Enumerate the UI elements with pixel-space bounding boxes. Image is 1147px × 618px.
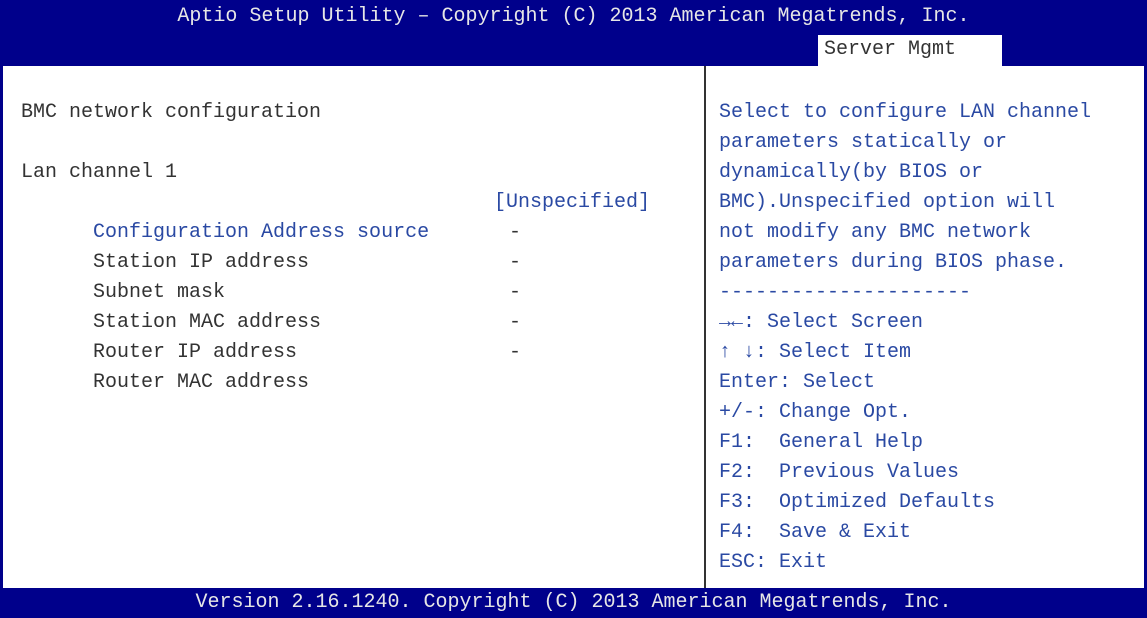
item-value: -	[509, 221, 522, 244]
title-text: Aptio Setup Utility – Copyright (C) 2013…	[177, 5, 970, 28]
left-border	[0, 66, 3, 588]
key-hint-select-screen: →←: Select Screen	[719, 311, 924, 334]
key-hint-esc: ESC: Exit	[719, 551, 828, 574]
item-label: Router MAC address	[93, 371, 310, 394]
help-description-line: parameters during BIOS phase.	[719, 251, 1068, 274]
menu-item-router-ip: Router IP address -	[21, 308, 521, 364]
help-description-line: parameters statically or	[719, 131, 1008, 154]
panel-divider	[704, 66, 706, 588]
tab-server-mgmt[interactable]: Server Mgmt	[818, 35, 1002, 66]
menu-item-station-mac: Station MAC address -	[21, 278, 521, 334]
item-value[interactable]: [Unspecified]	[494, 188, 650, 218]
title-bar: Aptio Setup Utility – Copyright (C) 2013…	[0, 0, 1147, 35]
menu-item-station-ip: Station IP address -	[21, 218, 521, 274]
help-description-line: BMC).Unspecified option will	[719, 191, 1056, 214]
help-description-line: Select to configure LAN channel	[719, 101, 1092, 124]
main-panel: BMC network configuration Lan channel 1 …	[0, 66, 1147, 588]
key-hint-change-opt: +/-: Change Opt.	[719, 401, 912, 424]
key-hint-select-item: ↑ ↓: Select Item	[719, 341, 912, 364]
bios-screen: Aptio Setup Utility – Copyright (C) 2013…	[0, 0, 1147, 618]
item-value: -	[509, 281, 522, 304]
section-title: BMC network configuration	[21, 101, 322, 124]
help-description-line: dynamically(by BIOS or	[719, 161, 984, 184]
key-hint-f4: F4: Save & Exit	[719, 521, 912, 544]
help-separator: ---------------------	[719, 281, 972, 304]
key-hint-f3: F3: Optimized Defaults	[719, 491, 996, 514]
group-label: Lan channel 1	[21, 161, 178, 184]
item-value: -	[509, 251, 522, 274]
key-hint-f1: F1: General Help	[719, 431, 924, 454]
item-value: -	[509, 311, 522, 334]
version-text: Version 2.16.1240. Copyright (C) 2013 Am…	[195, 591, 952, 614]
footer-bar: Version 2.16.1240. Copyright (C) 2013 Am…	[0, 588, 1147, 618]
key-hint-enter: Enter: Select	[719, 371, 876, 394]
menu-item-config-address-source[interactable]: Configuration Address source [Unspecifie…	[21, 188, 650, 244]
tab-label: Server Mgmt	[824, 38, 957, 61]
tab-strip: Server Mgmt	[0, 35, 1147, 66]
item-value: -	[509, 341, 522, 364]
help-description-line: not modify any BMC network	[719, 221, 1032, 244]
key-hint-f2: F2: Previous Values	[719, 461, 960, 484]
menu-item-subnet-mask: Subnet mask -	[21, 248, 521, 304]
menu-item-router-mac: Router MAC address -	[21, 338, 521, 394]
